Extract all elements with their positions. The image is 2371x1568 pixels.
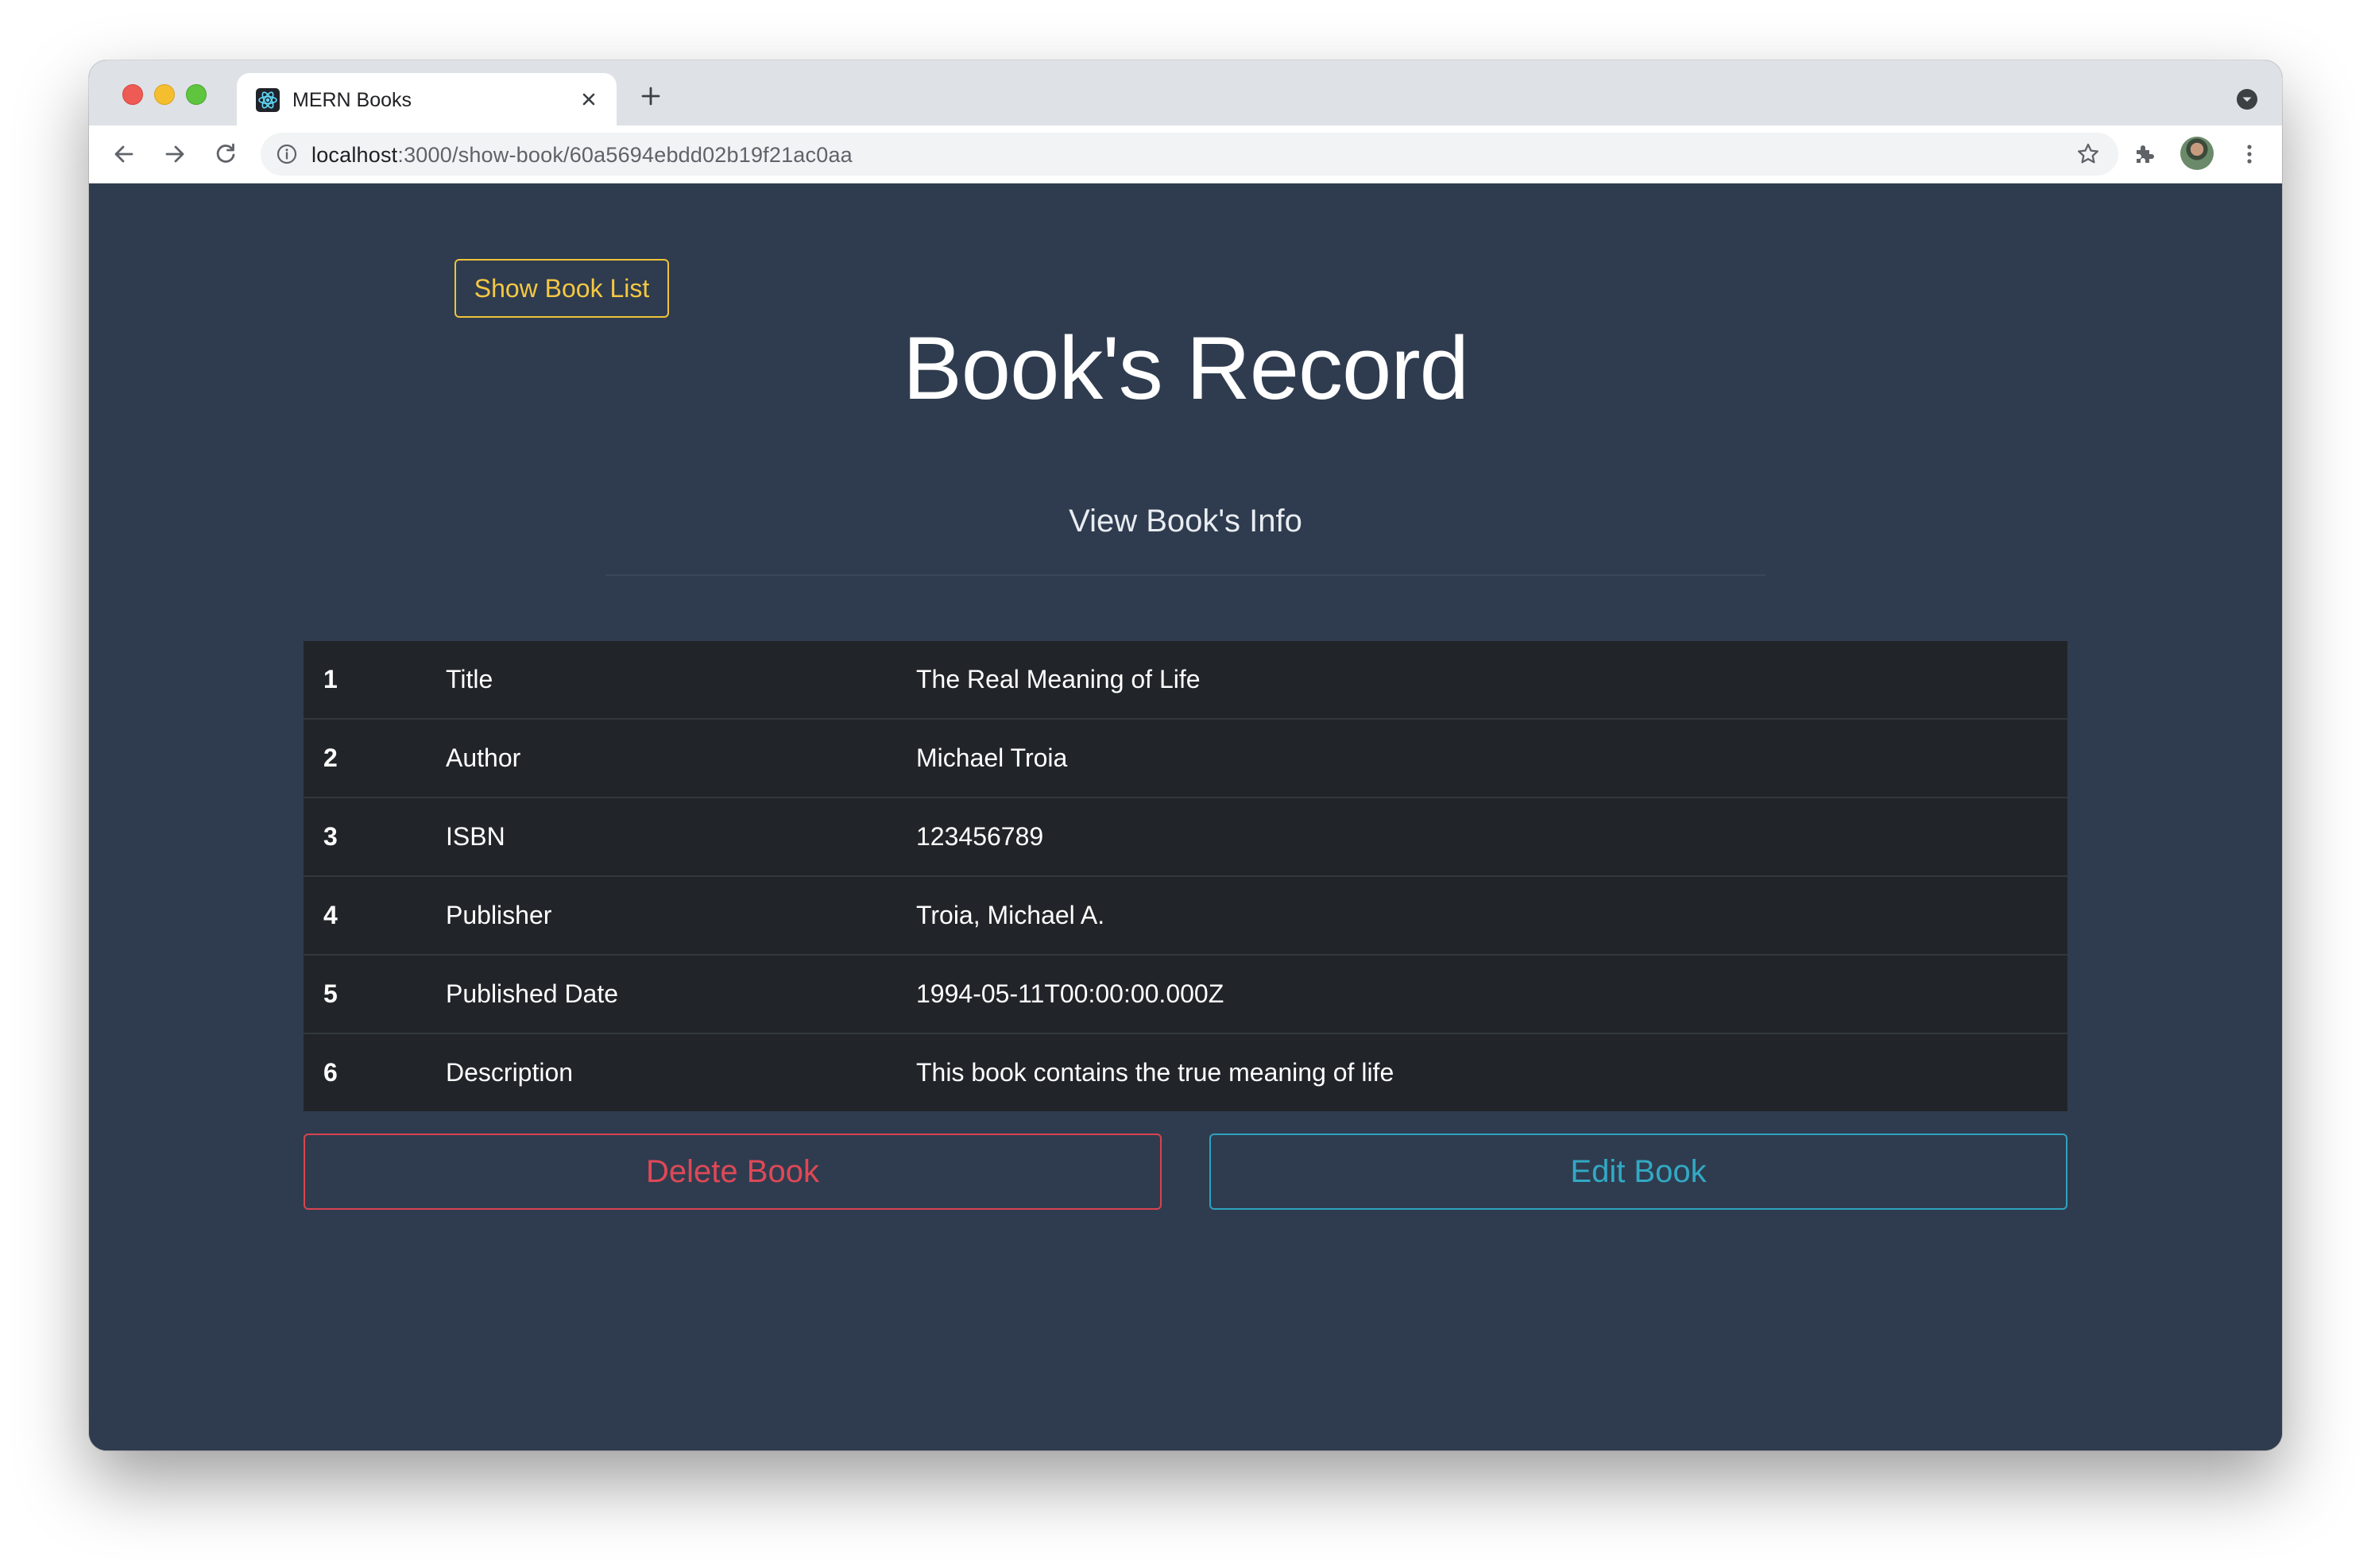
browser-tab[interactable]: MERN Books [237, 73, 617, 126]
field-label: ISBN [446, 797, 916, 876]
page-title: Book's Record [903, 319, 1469, 418]
field-label: Publisher [446, 875, 916, 955]
table-row: 1 Title The Real Meaning of Life [304, 641, 2067, 719]
arrow-left-icon[interactable] [110, 140, 138, 168]
table-row: 3 ISBN 123456789 [304, 797, 2067, 876]
url-path: :3000/show-book/60a5694ebdd02b19f21ac0aa [397, 143, 853, 167]
field-label: Description [446, 1033, 916, 1111]
page-subtitle: View Book's Info [1069, 504, 1302, 539]
row-number: 3 [304, 797, 446, 876]
delete-book-button[interactable]: Delete Book [304, 1134, 1162, 1210]
row-number: 4 [304, 875, 446, 955]
tab-search-icon[interactable] [2236, 88, 2258, 110]
table-row: 4 Publisher Troia, Michael A. [304, 875, 2067, 955]
field-value: Troia, Michael A. [916, 875, 2067, 955]
row-number: 2 [304, 718, 446, 798]
field-value: This book contains the true meaning of l… [916, 1033, 2067, 1111]
table-row: 2 Author Michael Troia [304, 718, 2067, 798]
maximize-window-button[interactable] [186, 84, 207, 105]
close-window-button[interactable] [122, 84, 143, 105]
plus-icon[interactable] [637, 83, 664, 110]
field-value: The Real Meaning of Life [916, 665, 1201, 693]
avatar[interactable] [2180, 137, 2214, 170]
tab-strip: MERN Books [89, 60, 2282, 126]
info-icon[interactable] [277, 144, 297, 164]
tab-title: MERN Books [292, 89, 412, 111]
field-value: 123456789 [916, 797, 2067, 876]
browser-toolbar: localhost:3000/show-book/60a5694ebdd02b1… [89, 126, 2282, 183]
url-host: localhost [311, 143, 398, 167]
field-label: Title [446, 665, 493, 693]
react-icon [256, 88, 280, 112]
star-icon[interactable] [2075, 141, 2101, 167]
field-value: Michael Troia [916, 718, 2067, 798]
show-book-list-button[interactable]: Show Book List [454, 259, 669, 318]
reload-icon[interactable] [211, 140, 240, 168]
divider [605, 574, 1766, 576]
table-row: 6 Description This book contains the tru… [304, 1033, 2067, 1111]
table-row: 5 Published Date 1994-05-11T00:00:00.000… [304, 954, 2067, 1033]
row-number: 1 [323, 665, 338, 693]
book-details-table: 1 Title The Real Meaning of Life 2 Autho… [304, 641, 2067, 1111]
row-number: 6 [304, 1033, 446, 1111]
url-text: localhost:3000/show-book/60a5694ebdd02b1… [311, 143, 853, 168]
field-label: Author [446, 718, 916, 798]
browser-window: MERN Books localhost:3000/show-book/60a5… [89, 60, 2282, 1450]
minimize-window-button[interactable] [154, 84, 175, 105]
kebab-icon[interactable] [2236, 141, 2263, 168]
field-value: 1994-05-11T00:00:00.000Z [916, 954, 2067, 1033]
address-bar[interactable]: localhost:3000/show-book/60a5694ebdd02b1… [261, 133, 2118, 176]
close-icon[interactable] [575, 86, 602, 113]
row-number: 5 [304, 954, 446, 1033]
arrow-right-icon[interactable] [161, 140, 189, 168]
field-label: Published Date [446, 954, 916, 1033]
page-content: Show Book List Book's Record View Book's… [89, 183, 2282, 1450]
puzzle-icon[interactable] [2131, 141, 2158, 168]
edit-book-button[interactable]: Edit Book [1209, 1134, 2067, 1210]
